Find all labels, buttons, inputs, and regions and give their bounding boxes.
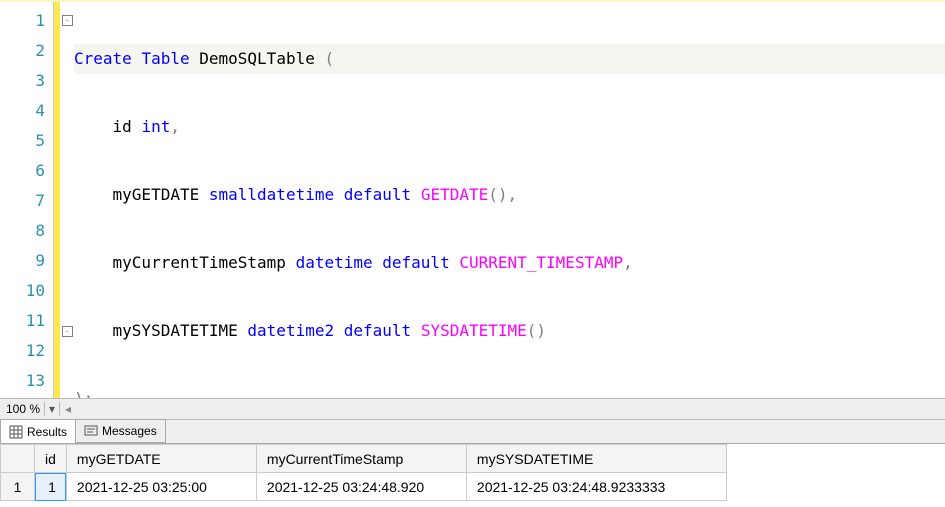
line-number: 1 bbox=[0, 6, 53, 36]
fold-toggle-icon[interactable]: - bbox=[62, 326, 73, 337]
column-header-mysysdatetime[interactable]: mySYSDATETIME bbox=[466, 445, 726, 473]
column-header-id[interactable]: id bbox=[35, 445, 67, 473]
line-number: 2 bbox=[0, 36, 53, 66]
cell-mycurrenttimestamp[interactable]: 2021-12-25 03:24:48.920 bbox=[256, 473, 466, 501]
line-number-gutter: 1 2 3 4 5 6 7 8 9 10 11 12 13 bbox=[0, 2, 54, 398]
results-grid[interactable]: id myGETDATE myCurrentTimeStamp mySYSDAT… bbox=[0, 444, 945, 501]
cell-mygetdate[interactable]: 2021-12-25 03:25:00 bbox=[66, 473, 256, 501]
zoom-dropdown-icon[interactable]: ▾ bbox=[44, 402, 60, 416]
row-selector-corner[interactable] bbox=[1, 445, 35, 473]
messages-icon bbox=[84, 424, 98, 438]
column-header-mycurrenttimestamp[interactable]: myCurrentTimeStamp bbox=[256, 445, 466, 473]
grid-icon bbox=[9, 425, 23, 439]
line-number: 9 bbox=[0, 246, 53, 276]
line-number: 7 bbox=[0, 186, 53, 216]
line-number: 13 bbox=[0, 366, 53, 396]
results-tabs: Results Messages bbox=[0, 420, 945, 444]
cell-mysysdatetime[interactable]: 2021-12-25 03:24:48.9233333 bbox=[466, 473, 726, 501]
line-number: 4 bbox=[0, 96, 53, 126]
row-number[interactable]: 1 bbox=[1, 473, 35, 501]
tab-label: Results bbox=[27, 425, 67, 439]
column-header-mygetdate[interactable]: myGETDATE bbox=[66, 445, 256, 473]
zoom-level[interactable]: 100 % bbox=[0, 402, 44, 416]
line-number: 10 bbox=[0, 276, 53, 306]
tab-label: Messages bbox=[102, 424, 157, 438]
sql-editor[interactable]: 1 2 3 4 5 6 7 8 9 10 11 12 13 - - Create… bbox=[0, 0, 945, 398]
line-number: 12 bbox=[0, 336, 53, 366]
zoom-bar: 100 % ▾ ◂ bbox=[0, 398, 945, 420]
line-number: 5 bbox=[0, 126, 53, 156]
fold-gutter[interactable]: - - bbox=[60, 2, 74, 398]
line-number: 11 bbox=[0, 306, 53, 336]
scroll-left-icon[interactable]: ◂ bbox=[60, 402, 76, 416]
code-area[interactable]: Create Table DemoSQLTable ( id int, myGE… bbox=[74, 2, 945, 398]
tab-results[interactable]: Results bbox=[0, 419, 76, 443]
line-number: 8 bbox=[0, 216, 53, 246]
line-number: 3 bbox=[0, 66, 53, 96]
cell-id[interactable]: 1 bbox=[35, 473, 67, 501]
table-row[interactable]: 1 1 2021-12-25 03:25:00 2021-12-25 03:24… bbox=[1, 473, 727, 501]
fold-toggle-icon[interactable]: - bbox=[62, 15, 73, 26]
column-headers: id myGETDATE myCurrentTimeStamp mySYSDAT… bbox=[1, 445, 727, 473]
tab-messages[interactable]: Messages bbox=[75, 419, 166, 443]
line-number: 6 bbox=[0, 156, 53, 186]
